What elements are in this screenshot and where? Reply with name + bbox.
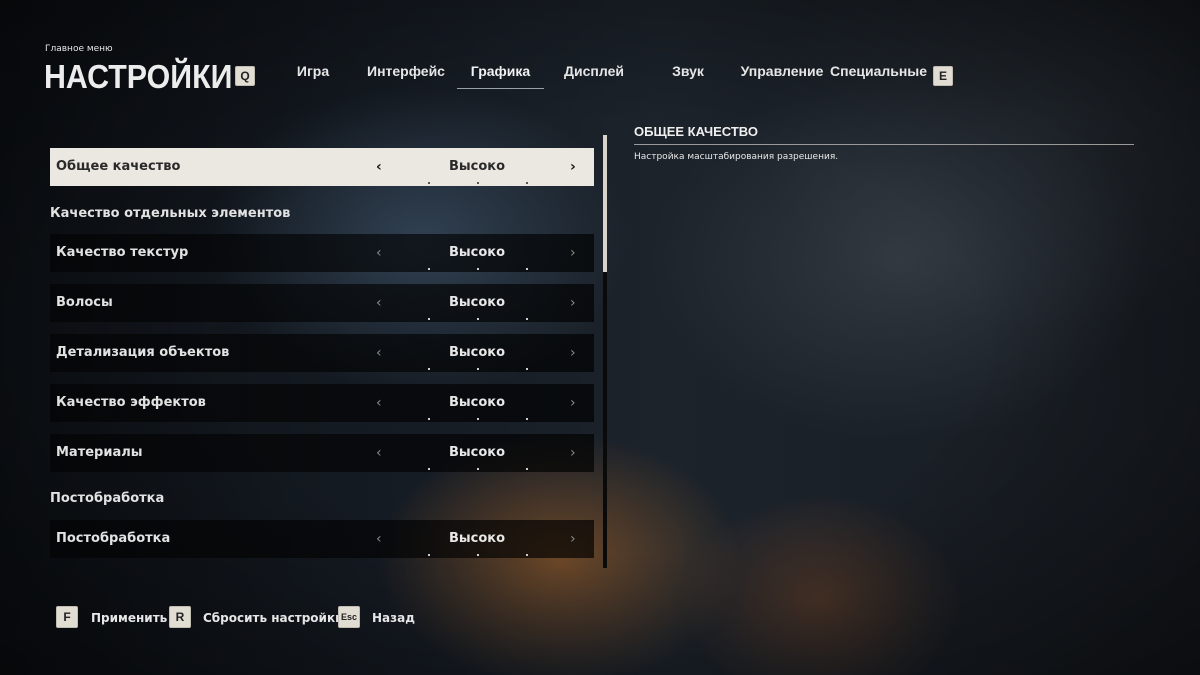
setting-row-postprocessing[interactable]: Постобработка ‹ Высоко › — [50, 520, 594, 558]
tab-special[interactable]: Специальные — [830, 60, 927, 88]
setting-value: Высоко — [448, 159, 506, 174]
chevron-left-icon[interactable]: ‹ — [376, 520, 382, 558]
setting-label: Детализация объектов — [56, 345, 230, 360]
next-tab-key[interactable]: E — [933, 66, 953, 86]
apply-button[interactable]: Применить — [91, 606, 167, 630]
apply-key[interactable]: F — [56, 606, 78, 628]
chevron-left-icon[interactable]: ‹ — [376, 234, 382, 272]
section-heading-elements: Качество отдельных элементов — [50, 206, 291, 221]
setting-value: Высоко — [448, 395, 506, 410]
scrollbar-thumb[interactable] — [603, 135, 607, 272]
value-step-indicator — [428, 368, 528, 370]
setting-value: Высоко — [448, 531, 506, 546]
info-description: Настройка масштабирования разрешения. — [634, 152, 839, 162]
chevron-left-icon[interactable]: ‹ — [376, 148, 382, 186]
chevron-right-icon[interactable]: › — [570, 384, 576, 422]
info-divider — [634, 144, 1134, 145]
setting-row-texture-quality[interactable]: Качество текстур ‹ Высоко › — [50, 234, 594, 272]
breadcrumb[interactable]: Главное меню — [45, 44, 113, 54]
setting-label: Волосы — [56, 295, 113, 310]
setting-label: Общее качество — [56, 159, 181, 174]
prev-tab-key[interactable]: Q — [235, 66, 255, 86]
setting-value: Высоко — [448, 295, 506, 310]
tab-interface[interactable]: Интерфейс — [366, 60, 446, 88]
chevron-right-icon[interactable]: › — [570, 148, 576, 186]
value-step-indicator — [428, 318, 528, 320]
setting-row-hair[interactable]: Волосы ‹ Высоко › — [50, 284, 594, 322]
setting-value: Высоко — [448, 245, 506, 260]
settings-scrollbar[interactable] — [603, 135, 607, 568]
reset-key[interactable]: R — [169, 606, 191, 628]
section-heading-postprocessing: Постобработка — [50, 491, 165, 506]
setting-row-object-detail[interactable]: Детализация объектов ‹ Высоко › — [50, 334, 594, 372]
chevron-right-icon[interactable]: › — [570, 234, 576, 272]
value-step-indicator — [428, 418, 528, 420]
tab-controls[interactable]: Управление — [740, 60, 824, 88]
setting-label: Постобработка — [56, 531, 171, 546]
chevron-right-icon[interactable]: › — [570, 334, 576, 372]
chevron-right-icon[interactable]: › — [570, 284, 576, 322]
back-key[interactable]: Esc — [338, 606, 360, 628]
setting-label: Качество текстур — [56, 245, 189, 260]
tab-sound[interactable]: Звук — [660, 60, 716, 88]
setting-row-overall-quality[interactable]: Общее качество ‹ Высоко › — [50, 148, 594, 186]
chevron-left-icon[interactable]: ‹ — [376, 334, 382, 372]
info-title: ОБЩЕЕ КАЧЕСТВО — [634, 124, 758, 139]
setting-value: Высоко — [448, 345, 506, 360]
chevron-left-icon[interactable]: ‹ — [376, 434, 382, 472]
chevron-left-icon[interactable]: ‹ — [376, 284, 382, 322]
setting-row-materials[interactable]: Материалы ‹ Высоко › — [50, 434, 594, 472]
value-step-indicator — [428, 182, 528, 184]
value-step-indicator — [428, 468, 528, 470]
setting-label: Качество эффектов — [56, 395, 206, 410]
tab-game[interactable]: Игра — [288, 60, 338, 88]
setting-value: Высоко — [448, 445, 506, 460]
value-step-indicator — [428, 268, 528, 270]
tab-graphics[interactable]: Графика — [457, 60, 544, 89]
chevron-left-icon[interactable]: ‹ — [376, 384, 382, 422]
setting-label: Материалы — [56, 445, 143, 460]
reset-settings-button[interactable]: Сбросить настройки — [203, 606, 344, 630]
page-title: НАСТРОЙКИ — [44, 58, 233, 95]
value-step-indicator — [428, 554, 528, 556]
setting-row-effects-quality[interactable]: Качество эффектов ‹ Высоко › — [50, 384, 594, 422]
back-button[interactable]: Назад — [372, 606, 415, 630]
chevron-right-icon[interactable]: › — [570, 434, 576, 472]
tab-display[interactable]: Дисплей — [558, 60, 630, 88]
chevron-right-icon[interactable]: › — [570, 520, 576, 558]
settings-tabs: Игра Интерфейс Графика Дисплей Звук Упра… — [270, 60, 930, 90]
